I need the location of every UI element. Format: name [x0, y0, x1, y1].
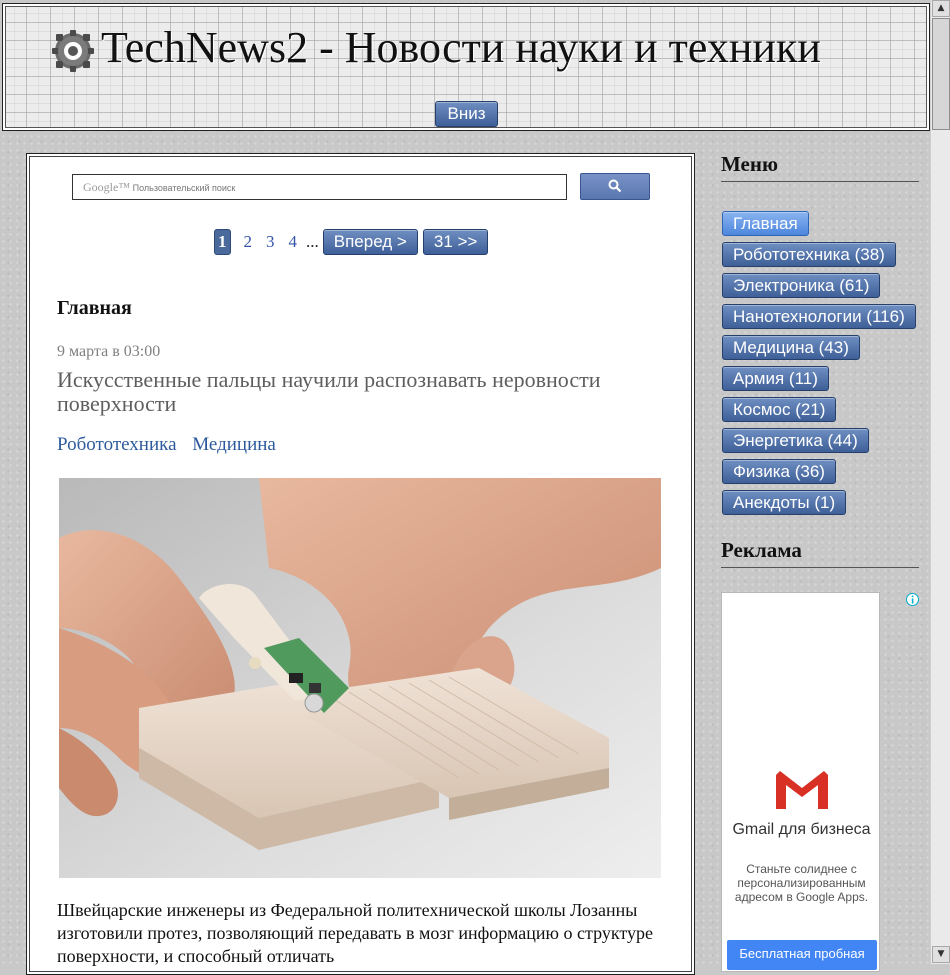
google-brand: Google™: [83, 180, 131, 194]
ad-text: Станьте солиднее с персонализированным а…: [734, 862, 869, 904]
ad-banner[interactable]: Gmail для бизнеса Станьте солиднее с пер…: [721, 592, 880, 972]
page-heading: Главная: [57, 297, 132, 319]
menu-item-medicine[interactable]: Медицина (43): [722, 335, 860, 360]
search-icon: [608, 179, 622, 193]
prosthetic-finger-photo: [59, 478, 661, 878]
search-placeholder: Пользовательский поиск: [132, 183, 236, 193]
menu-item-space[interactable]: Космос (21): [722, 397, 837, 422]
menu-item-physics[interactable]: Физика (36): [722, 459, 836, 484]
ad-heading: Реклама: [721, 538, 919, 568]
page-current: 1: [214, 229, 231, 255]
post-title[interactable]: Искусственные пальцы научили распознават…: [57, 368, 677, 416]
page-link-4[interactable]: 4: [289, 232, 298, 252]
scroll-down-button[interactable]: Вниз: [435, 101, 498, 127]
menu-item-home[interactable]: Главная: [722, 211, 809, 236]
ad-title: Gmail для бизнеса: [732, 821, 871, 838]
post-date: 9 марта в 03:00: [57, 343, 161, 360]
scroll-thumb[interactable]: [932, 18, 950, 130]
menu-item-electronics[interactable]: Электроника (61): [722, 273, 881, 298]
gear-logo-icon: [52, 30, 94, 72]
page-link-2[interactable]: 2: [244, 232, 253, 252]
search-button[interactable]: [580, 173, 650, 200]
menu-item-jokes[interactable]: Анекдоты (1): [722, 490, 847, 515]
page-ellipsis: ...: [306, 232, 319, 251]
scroll-down-icon[interactable]: ▼: [932, 946, 950, 963]
ad-trial-button[interactable]: Бесплатная пробная: [727, 940, 877, 970]
menu-item-nanotech[interactable]: Нанотехнологии (116): [722, 304, 916, 329]
post-tags: Робототехника Медицина: [57, 434, 287, 456]
ad-info-icon[interactable]: [906, 593, 919, 606]
menu-heading: Меню: [721, 152, 919, 182]
post-image[interactable]: [59, 478, 661, 878]
scroll-up-icon[interactable]: ▲: [932, 0, 950, 17]
pagination: 1 2 3 4 ... Вперед > 31 >>: [214, 229, 489, 255]
site-header: TechNews2 - Новости науки и техники Вниз: [2, 3, 930, 131]
site-title: TechNews2 - Новости науки и техники: [101, 23, 821, 72]
gmail-icon: [776, 771, 828, 809]
search-input[interactable]: Google™ Пользовательский поиск: [72, 174, 567, 200]
menu-item-robotics[interactable]: Робототехника (38): [722, 242, 896, 267]
post-excerpt: Швейцарские инженеры из Федеральной поли…: [57, 900, 653, 966]
main-content: Google™ Пользовательский поиск 1 2 3 4 .…: [26, 153, 695, 975]
next-page-button[interactable]: Вперед >: [322, 229, 418, 255]
page-scrollbar[interactable]: ▲ ▼: [930, 0, 950, 964]
tag-robotics[interactable]: Робототехника: [57, 434, 177, 455]
page-link-3[interactable]: 3: [266, 232, 275, 252]
last-page-button[interactable]: 31 >>: [422, 229, 489, 255]
menu-item-army[interactable]: Армия (11): [722, 366, 829, 391]
menu-item-energy[interactable]: Энергетика (44): [722, 428, 869, 453]
tag-medicine[interactable]: Медицина: [192, 434, 276, 455]
